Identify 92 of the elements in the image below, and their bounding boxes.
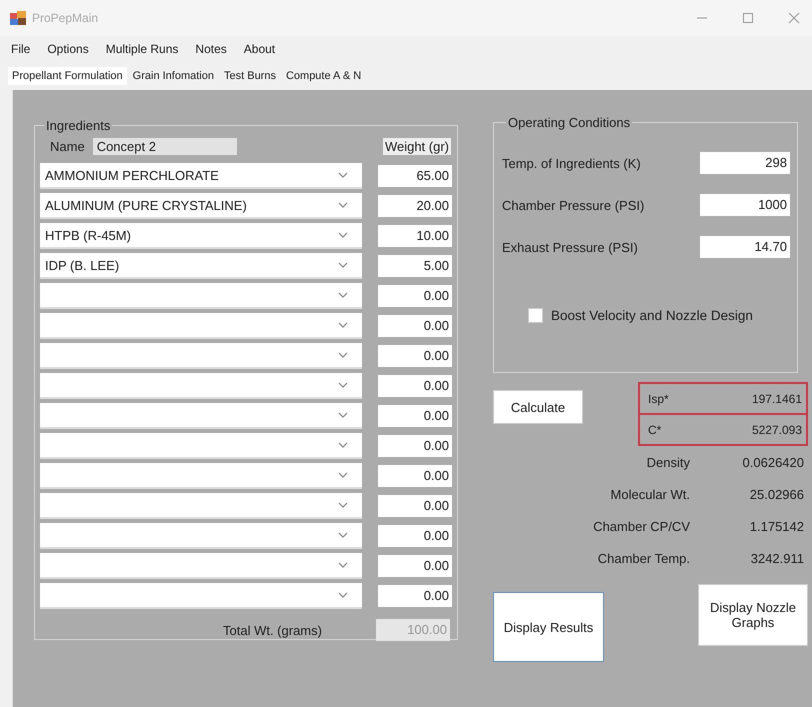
calculate-button[interactable]: Calculate [493,390,583,424]
close-icon[interactable] [788,12,800,24]
menu-item[interactable]: Notes [194,40,228,58]
tab[interactable]: Compute A & N [282,67,366,85]
weight-field[interactable]: 0.00 [378,315,452,337]
ingredient-dropdown[interactable] [40,283,362,309]
dropdown-value: IDP (B. LEE) [45,258,120,272]
weight-field[interactable]: 20.00 [378,195,452,217]
dropdown-value: ALUMINUM (PURE CRYSTALINE) [45,198,248,212]
checkbox-label: Boost Velocity and Nozzle Design [551,308,753,323]
chevron-down-icon [338,202,348,208]
result-value: 3242.911 [750,550,804,566]
chevron-down-icon [338,322,348,328]
weight-header: Weight (gr) [382,138,451,154]
total-field: 100.00 [376,619,450,641]
weight-field[interactable]: 65.00 [378,165,452,187]
result-value: 197.1461 [752,392,802,406]
result-label: Molecular Wt. [610,486,690,502]
tab[interactable]: Propellant Formulation [8,67,127,85]
input-field[interactable]: 1000 [700,194,790,216]
weight-field[interactable]: 5.00 [378,255,452,277]
weight-field[interactable]: 0.00 [378,405,452,427]
ingredient-dropdown[interactable] [40,373,362,399]
chevron-down-icon [338,532,348,538]
name-label: Name [50,138,85,154]
menu-item[interactable]: Options [46,40,90,58]
ingredient-dropdown[interactable] [40,493,362,519]
ingredient-dropdown[interactable] [40,403,362,429]
ingredient-dropdown[interactable] [40,433,362,459]
weight-field[interactable]: 0.00 [378,435,452,457]
result-label: Isp* [648,392,669,406]
display-button[interactable]: Display Results [493,592,604,662]
total-label: Total Wt. (grams) [223,622,322,638]
tab[interactable]: Test Burns [220,67,280,85]
maximize-icon[interactable] [742,12,754,24]
input-field[interactable]: 14.70 [700,236,790,258]
ingredient-dropdown[interactable] [40,463,362,489]
result-value: 5227.093 [752,422,802,436]
app-icon [10,11,26,25]
result-value: 0.0626420 [742,454,804,470]
chevron-down-icon [338,172,348,178]
chevron-down-icon [338,592,348,598]
field-label: Exhaust Pressure (PSI) [502,240,638,254]
weight-field[interactable]: 0.00 [378,465,452,487]
dropdown-value: HTPB (R-45M) [45,228,132,242]
chevron-down-icon [338,352,348,358]
weight-field[interactable]: 0.00 [378,495,452,517]
ingredient-dropdown[interactable] [40,313,362,339]
chevron-down-icon [338,472,348,478]
menu-item[interactable]: About [242,40,276,58]
menu-item[interactable]: File [10,40,32,58]
result-label: C* [648,422,662,436]
group-title: Ingredients [45,118,112,133]
weight-field[interactable]: 0.00 [378,375,452,397]
chevron-down-icon [338,262,348,268]
weight-field[interactable]: 0.00 [378,585,452,607]
result-label: Density [646,454,690,470]
ingredient-dropdown[interactable] [40,343,362,369]
ingredient-dropdown[interactable] [40,583,362,609]
result-value: 1.175142 [748,518,804,534]
weight-field[interactable]: 0.00 [378,285,452,307]
ingredient-dropdown[interactable]: ALUMINUM (PURE CRYSTALINE) [40,193,362,219]
weight-field[interactable]: 0.00 [378,555,452,577]
checkbox[interactable] [528,308,543,323]
display-button[interactable]: Display Nozzle Graphs [698,584,808,646]
chevron-down-icon [338,232,348,238]
result-value: 25.02966 [748,486,804,502]
ingredient-dropdown[interactable]: HTPB (R-45M) [40,223,362,249]
weight-field[interactable]: 0.00 [378,345,452,367]
chevron-down-icon [338,382,348,388]
chevron-down-icon [338,442,348,448]
chevron-down-icon [338,502,348,508]
weight-field[interactable]: 10.00 [378,225,452,247]
chevron-down-icon [338,412,348,418]
dropdown-value: AMMONIUM PERCHLORATE [45,168,220,182]
result-label: Chamber CP/CV [593,518,690,534]
field-label: Chamber Pressure (PSI) [502,198,644,212]
tab[interactable]: Grain Infomation [128,67,218,85]
group-title: Operating Conditions [507,115,632,130]
name-field[interactable]: Concept 2 [92,138,237,154]
ingredient-dropdown[interactable]: AMMONIUM PERCHLORATE [40,163,362,189]
result-label: Chamber Temp. [598,550,690,566]
chevron-down-icon [338,292,348,298]
window-title: ProPepMain [32,11,98,25]
input-field[interactable]: 298 [700,152,790,174]
weight-field[interactable]: 0.00 [378,525,452,547]
menu-item[interactable]: Multiple Runs [104,40,180,58]
ingredient-dropdown[interactable] [40,553,362,579]
ingredient-dropdown[interactable] [40,523,362,549]
ingredient-dropdown[interactable]: IDP (B. LEE) [40,253,362,279]
field-label: Temp. of Ingredients (K) [502,156,641,170]
chevron-down-icon [338,562,348,568]
